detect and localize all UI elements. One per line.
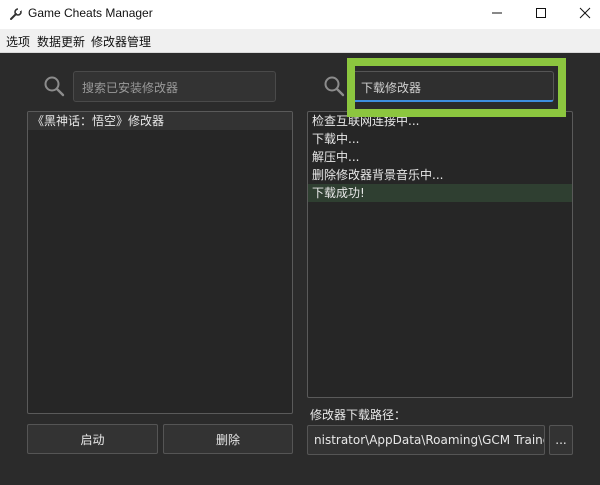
title-bar: Game Cheats Manager [0, 0, 600, 29]
launch-button[interactable]: 启动 [27, 424, 158, 454]
maximize-icon [535, 7, 547, 22]
installed-search-input[interactable]: 搜索已安装修改器 [73, 71, 276, 102]
list-item[interactable]: 《黑神话：悟空》修改器 [28, 112, 292, 130]
menu-data-update[interactable]: 数据更新 [37, 33, 85, 50]
minimize-icon [491, 7, 503, 22]
close-icon [579, 7, 591, 22]
browse-button[interactable]: ... [549, 425, 573, 455]
search-icon [43, 75, 65, 97]
log-item: 解压中... [312, 150, 360, 164]
maximize-button[interactable] [518, 0, 564, 29]
menu-bar: 选项 数据更新 修改器管理 [0, 29, 600, 53]
search-icon [323, 75, 345, 97]
menu-options[interactable]: 选项 [6, 33, 30, 50]
minimize-button[interactable] [474, 0, 520, 29]
log-item: 删除修改器背景音乐中... [312, 168, 444, 182]
download-search-input[interactable]: 下载修改器 [352, 71, 554, 102]
download-path-label: 修改器下载路径： [310, 408, 407, 422]
log-item: 检查互联网连接中... [312, 114, 420, 128]
main-panel: 搜索已安装修改器 下载修改器 《黑神话：悟空》修改器 检查互联网连接中... 下… [0, 53, 600, 485]
log-item-success: 下载成功! [308, 184, 572, 202]
window-title: Game Cheats Manager [28, 6, 153, 20]
download-path-field[interactable]: nistrator\AppData\Roaming\GCM Trainers [307, 425, 545, 455]
delete-button[interactable]: 删除 [163, 424, 293, 454]
wrench-icon [9, 7, 23, 21]
menu-trainer-manage[interactable]: 修改器管理 [91, 33, 151, 50]
download-log-list: 检查互联网连接中... 下载中... 解压中... 删除修改器背景音乐中... … [307, 111, 573, 398]
close-button[interactable] [562, 0, 600, 29]
installed-trainers-list: 《黑神话：悟空》修改器 [27, 111, 293, 414]
log-item: 下载中... [312, 132, 360, 146]
